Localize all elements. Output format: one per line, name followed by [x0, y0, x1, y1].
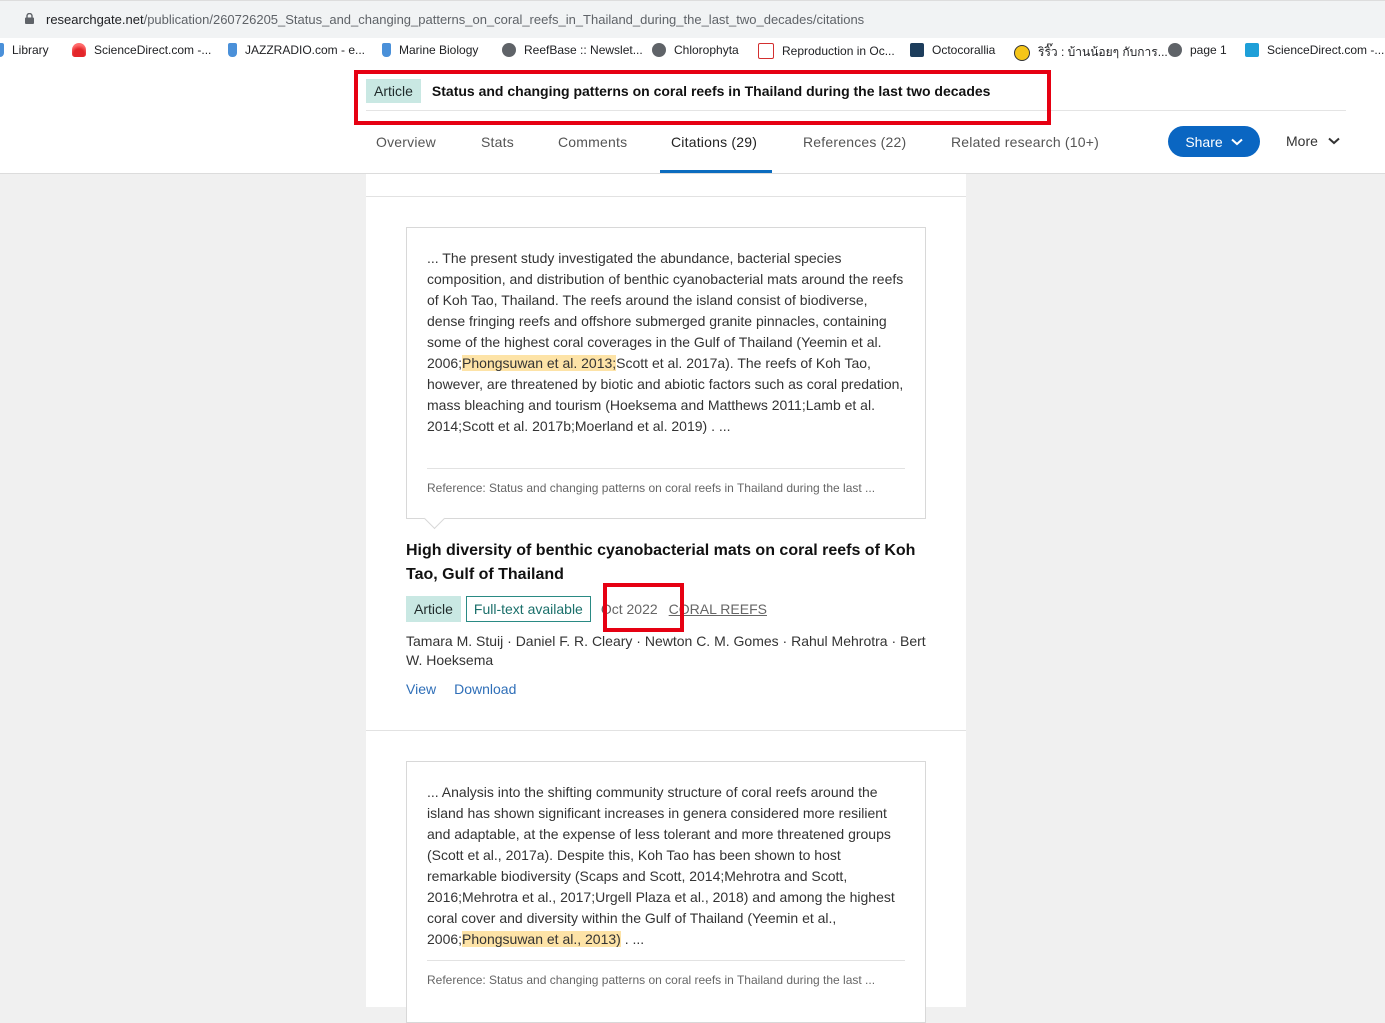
bookmarks-bar: Library ScienceDirect.com -... JAZZRADIO… — [0, 38, 1385, 65]
item-separator — [366, 730, 966, 731]
fulltext-badge: Full-text available — [465, 596, 591, 622]
bookmark-pin-icon — [228, 43, 237, 57]
active-tab-indicator — [660, 170, 772, 173]
m-logo-icon — [910, 43, 924, 57]
citation-authors[interactable]: Tamara M. Stuij · Daniel F. R. Cleary · … — [406, 632, 926, 670]
highlighted-reference: Phongsuwan et al., 2013) — [462, 931, 621, 947]
snippet-reference: Reference: Status and changing patterns … — [427, 481, 876, 495]
bookmark-library[interactable]: Library — [0, 43, 49, 57]
url-text: researchgate.net/publication/260726205_S… — [46, 12, 864, 27]
share-button[interactable]: Share — [1168, 126, 1260, 157]
tab-comments[interactable]: Comments — [558, 134, 627, 150]
chevron-down-icon — [1231, 138, 1243, 145]
globe-icon — [1168, 43, 1182, 57]
more-label: More — [1286, 133, 1318, 149]
tab-references[interactable]: References (22) — [803, 134, 906, 150]
url-path: /publication/260726205_Status_and_changi… — [143, 12, 865, 27]
tab-related-research[interactable]: Related research (10+) — [951, 134, 1099, 150]
citation-title[interactable]: High diversity of benthic cyanobacterial… — [406, 539, 926, 587]
item-separator — [366, 196, 966, 197]
annotation-box-title — [354, 70, 1051, 125]
chevron-down-icon — [1328, 137, 1340, 145]
snippet-text: ... Analysis into the shifting community… — [427, 784, 895, 947]
bookmark-marine-biology[interactable]: Marine Biology — [382, 43, 478, 57]
globe-icon — [502, 43, 516, 57]
bookmark-page-1[interactable]: page 1 — [1168, 43, 1227, 57]
bookmark-pin-icon — [0, 43, 4, 57]
bookmark-octocorallia[interactable]: Octocorallia — [910, 43, 995, 57]
snippet-pointer — [423, 507, 446, 530]
tab-stats[interactable]: Stats — [481, 134, 514, 150]
highlighted-reference: Phongsuwan et al. 2013; — [462, 355, 617, 371]
bookmark-riwi[interactable]: ริริ๊ว : บ้านน้อยๆ กับการ... — [1014, 43, 1168, 62]
snippet-text: ... The present study investigated the a… — [427, 250, 904, 434]
address-field[interactable]: researchgate.net/publication/260726205_S… — [12, 6, 1374, 34]
t-logo-icon — [1245, 43, 1259, 57]
url-host: researchgate.net — [46, 12, 144, 27]
huawei-icon — [72, 43, 86, 57]
lock-icon — [25, 13, 34, 24]
snippet-divider — [427, 960, 905, 961]
article-badge: Article — [406, 596, 461, 622]
bookmark-reefbase[interactable]: ReefBase :: Newslet... — [502, 43, 643, 57]
citation-snippet: ... Analysis into the shifting community… — [406, 761, 926, 1023]
globe-icon — [652, 43, 666, 57]
share-label: Share — [1185, 133, 1223, 150]
smiley-icon — [1014, 44, 1030, 61]
bookmark-chlorophyta[interactable]: Chlorophyta — [652, 43, 739, 57]
more-button[interactable]: More — [1286, 133, 1340, 149]
bookmark-sciencedirect-1[interactable]: ScienceDirect.com -... — [72, 43, 211, 57]
bookmark-sciencedirect-2[interactable]: ScienceDirect.com -... — [1245, 43, 1384, 57]
snippet-reference: Reference: Status and changing patterns … — [427, 973, 876, 987]
bookmark-reproduction[interactable]: Reproduction in Oc... — [758, 43, 895, 59]
download-link[interactable]: Download — [454, 681, 516, 697]
tab-citations[interactable]: Citations (29) — [671, 134, 757, 150]
browser-url-bar[interactable]: researchgate.net/publication/260726205_S… — [0, 0, 1385, 39]
citation-snippet: ... The present study investigated the a… — [406, 227, 926, 530]
bookmark-jazzradio[interactable]: JAZZRADIO.com - e... — [228, 43, 365, 57]
snippet-divider — [427, 468, 905, 469]
ui-logo-icon — [758, 43, 774, 59]
citation-actions: View Download — [406, 681, 516, 697]
bookmark-pin-icon — [382, 43, 391, 57]
tab-overview[interactable]: Overview — [376, 134, 436, 150]
annotation-box-date — [603, 583, 684, 632]
citation-meta: Article Full-text available Oct 2022 COR… — [406, 596, 767, 622]
view-link[interactable]: View — [406, 681, 436, 697]
